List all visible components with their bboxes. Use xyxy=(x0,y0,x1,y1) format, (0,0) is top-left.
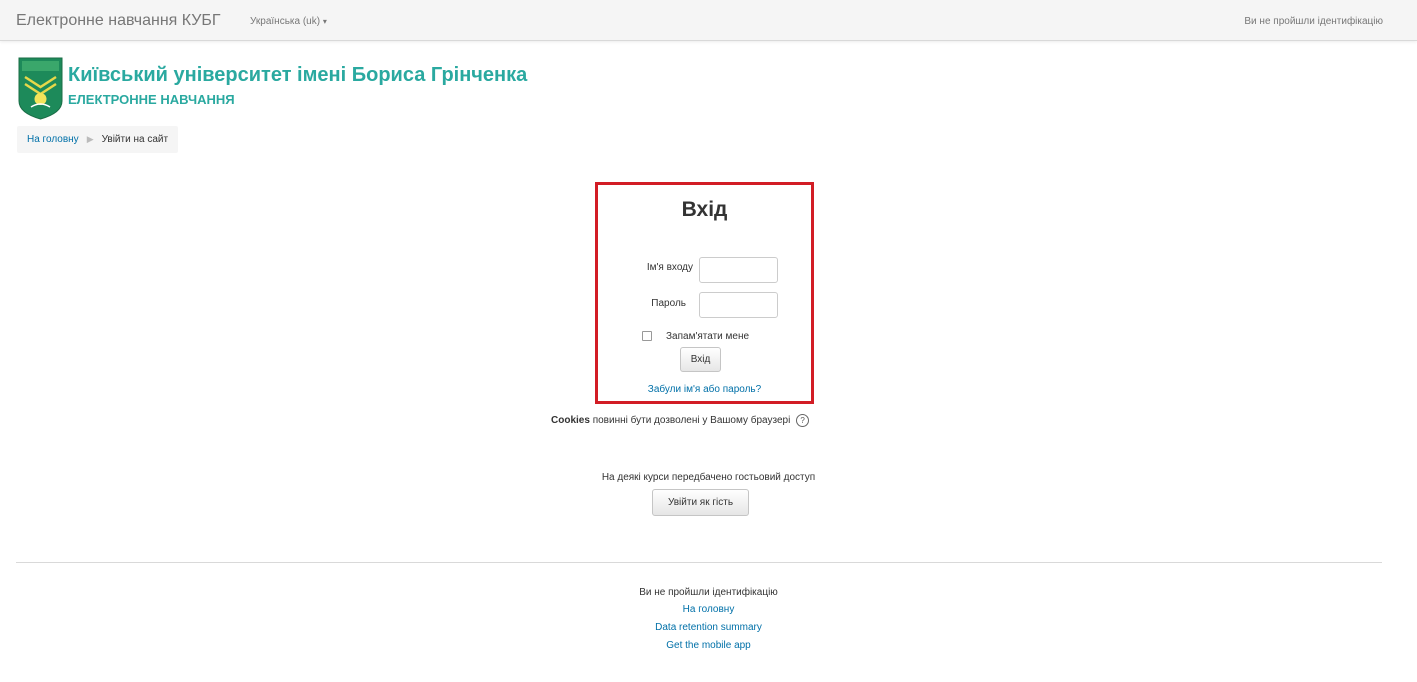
data-retention-link[interactable]: Data retention summary xyxy=(0,622,1417,633)
breadcrumb-home-link[interactable]: На головну xyxy=(27,134,79,145)
site-subtitle: ЕЛЕКТРОННЕ НАВЧАННЯ xyxy=(68,92,235,107)
footer-home-link[interactable]: На головну xyxy=(0,604,1417,615)
remember-label: Запам'ятати мене xyxy=(666,331,750,342)
password-input[interactable] xyxy=(699,292,778,318)
language-menu[interactable]: Українська (uk) ▾ xyxy=(250,16,327,27)
breadcrumb-separator-icon: ▶ xyxy=(86,134,94,144)
caret-down-icon: ▾ xyxy=(322,17,327,26)
university-logo xyxy=(18,57,63,120)
cookies-notice: Cookies повинні бути дозволені у Вашому … xyxy=(551,414,810,427)
guest-access-text: На деякі курси передбачено гостьовий дос… xyxy=(601,472,816,483)
login-panel: Вхід Ім'я входу Пароль Запам'ятати мене … xyxy=(595,182,814,404)
login-status: Ви не пройшли ідентифікацію xyxy=(1244,16,1383,27)
username-label: Ім'я входу xyxy=(646,262,693,273)
mobile-app-link[interactable]: Get the mobile app xyxy=(0,640,1417,651)
footer-divider xyxy=(16,562,1382,563)
remember-checkbox[interactable] xyxy=(642,331,652,341)
help-icon[interactable]: ? xyxy=(796,414,810,427)
login-button[interactable]: Вхід xyxy=(680,347,721,372)
username-input[interactable] xyxy=(699,257,778,283)
password-label: Пароль xyxy=(651,298,686,309)
top-navbar: Електронне навчання КУБГ Українська (uk)… xyxy=(0,0,1417,41)
forgot-password-link[interactable]: Забули ім'я або пароль? xyxy=(598,384,811,395)
university-name: Київський університет імені Бориса Грінч… xyxy=(68,64,528,86)
login-title: Вхід xyxy=(681,198,728,221)
cookies-text: повинні бути дозволені у Вашому браузері xyxy=(592,415,791,427)
cookies-bold: Cookies xyxy=(551,415,590,427)
site-brand-link[interactable]: Електронне навчання КУБГ xyxy=(16,12,221,30)
footer-login-status: Ви не пройшли ідентифікацію xyxy=(639,587,778,598)
breadcrumb-current: Увійти на сайт xyxy=(101,134,169,145)
language-label: Українська (uk) xyxy=(250,16,321,27)
guest-login-button[interactable]: Увійти як гість xyxy=(652,489,749,516)
breadcrumb: На головну ▶ Увійти на сайт xyxy=(17,126,179,153)
